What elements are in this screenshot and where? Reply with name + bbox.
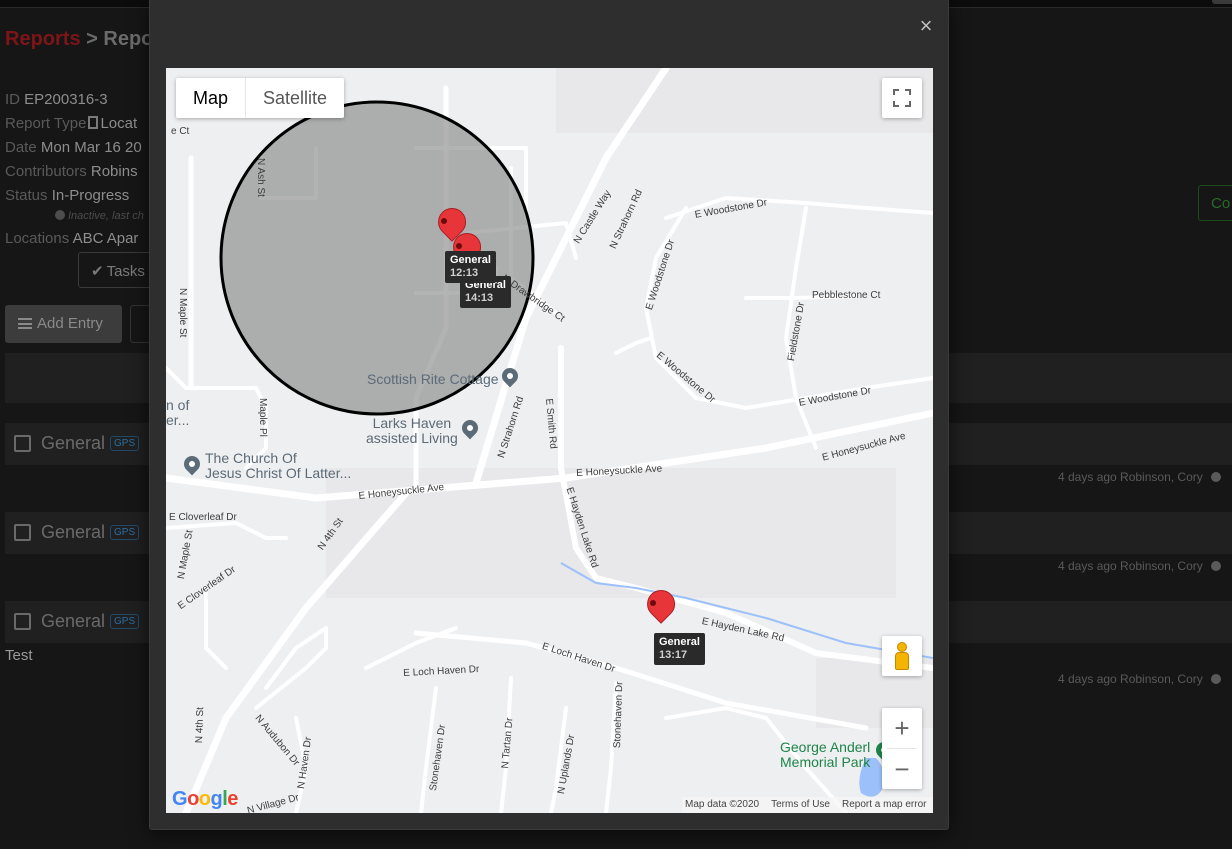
terms-of-use-link[interactable]: Terms of Use <box>771 799 830 811</box>
meta-report-type: Report Type Locat <box>5 115 138 132</box>
fullscreen-icon <box>905 89 911 95</box>
info-icon[interactable] <box>1210 561 1221 571</box>
right-action-button[interactable]: Co <box>1198 185 1232 221</box>
poi-label[interactable]: The Church Of Jesus Christ Of Latter... <box>205 451 351 481</box>
road-label: N Maple St <box>177 288 188 338</box>
gps-badge[interactable]: GPS <box>110 614 140 629</box>
road-maple-s <box>204 586 228 670</box>
road-label: N 4th St <box>194 706 207 744</box>
navbar-corner <box>1212 0 1232 4</box>
road-label: Pebblestone Ct <box>812 290 881 301</box>
map-area <box>556 68 933 133</box>
location-marker[interactable] <box>639 590 667 630</box>
info-icon[interactable] <box>1210 674 1221 684</box>
map-type-map-button[interactable]: Map <box>176 78 247 118</box>
map-data-credit: Map data ©2020 <box>685 799 760 810</box>
edit-icon <box>14 524 31 541</box>
edit-icon <box>14 613 31 630</box>
breadcrumb: Reports > Repor <box>5 28 161 51</box>
entry-label: General <box>41 611 106 631</box>
edit-icon <box>14 435 31 452</box>
entry-meta: 4 days ago Robinson, Cory <box>1058 559 1221 573</box>
road-loch-w <box>364 626 458 670</box>
pegman-icon <box>897 642 907 652</box>
zoom-out-button[interactable]: − <box>882 749 922 789</box>
road-label: Maple Pl <box>257 398 268 437</box>
gps-badge[interactable]: GPS <box>110 525 140 540</box>
add-entry-button[interactable]: Add Entry <box>5 305 122 343</box>
marker-tooltip: General 13:17 <box>654 633 705 665</box>
road-label: E Cloverleaf Dr <box>169 512 237 523</box>
map-attribution: Map data ©2020 Terms of Use Report a map… <box>682 797 933 813</box>
road-label: Stonehaven Dr <box>612 681 626 749</box>
fullscreen-icon <box>905 101 911 107</box>
google-logo[interactable]: Google <box>172 788 238 811</box>
fullscreen-button[interactable] <box>882 78 922 118</box>
inactive-note: Inactive, last ch <box>55 210 144 222</box>
meta-locations: Locations ABC Apar <box>5 230 139 247</box>
map-canvas[interactable]: E Woodstone Dr E Woodstone Dr E Woodston… <box>166 68 933 813</box>
info-icon[interactable] <box>1210 472 1221 482</box>
entry-meta: 4 days ago Robinson, Cory <box>1058 672 1221 686</box>
fullscreen-icon <box>893 89 899 95</box>
pegman-icon <box>895 652 909 670</box>
road-label: e Ct <box>171 126 190 137</box>
close-button[interactable]: × <box>915 13 937 39</box>
entry-label: General <box>41 433 106 453</box>
fullscreen-icon <box>893 101 899 107</box>
poi-label[interactable]: Scottish Rite Cottage <box>367 372 499 387</box>
report-map-error-link[interactable]: Report a map error <box>842 799 926 811</box>
marker-tooltip: General 12:13 <box>445 251 496 283</box>
breadcrumb-separator: > <box>80 28 104 50</box>
poi-label[interactable]: George Anderl Memorial Park <box>780 740 870 770</box>
poi-label[interactable]: Larks Haven assisted Living <box>366 416 458 446</box>
street-view-pegman[interactable] <box>882 636 922 676</box>
meta-status: Status In-Progress <box>5 187 130 204</box>
map-modal: × E Woodstone Dr E Woodstone Dr E Woodst… <box>149 0 949 830</box>
meta-id: ID EP200316-3 <box>5 91 108 108</box>
check-icon: ✔ <box>91 263 104 280</box>
road-stub <box>614 336 653 355</box>
road-label: N Ash St <box>255 158 266 197</box>
breadcrumb-link-reports[interactable]: Reports <box>5 28 81 50</box>
list-icon <box>18 318 32 329</box>
clock-icon <box>55 210 65 220</box>
poi-label[interactable]: n of er... <box>166 398 189 428</box>
zoom-control: + − <box>882 708 922 789</box>
gps-badge[interactable]: GPS <box>110 436 140 451</box>
meta-contributors: Contributors Robins <box>5 163 138 180</box>
entry-meta: 4 days ago Robinson, Cory <box>1058 470 1221 484</box>
map-type-control: Map Satellite <box>176 78 345 118</box>
meta-date: Date Mon Mar 16 20 <box>5 139 142 156</box>
map-type-satellite-button[interactable]: Satellite <box>246 78 344 118</box>
entry-label: General <box>41 522 106 542</box>
building-icon <box>88 116 99 129</box>
entry-note: Test <box>5 647 33 664</box>
zoom-in-button[interactable]: + <box>882 708 922 748</box>
